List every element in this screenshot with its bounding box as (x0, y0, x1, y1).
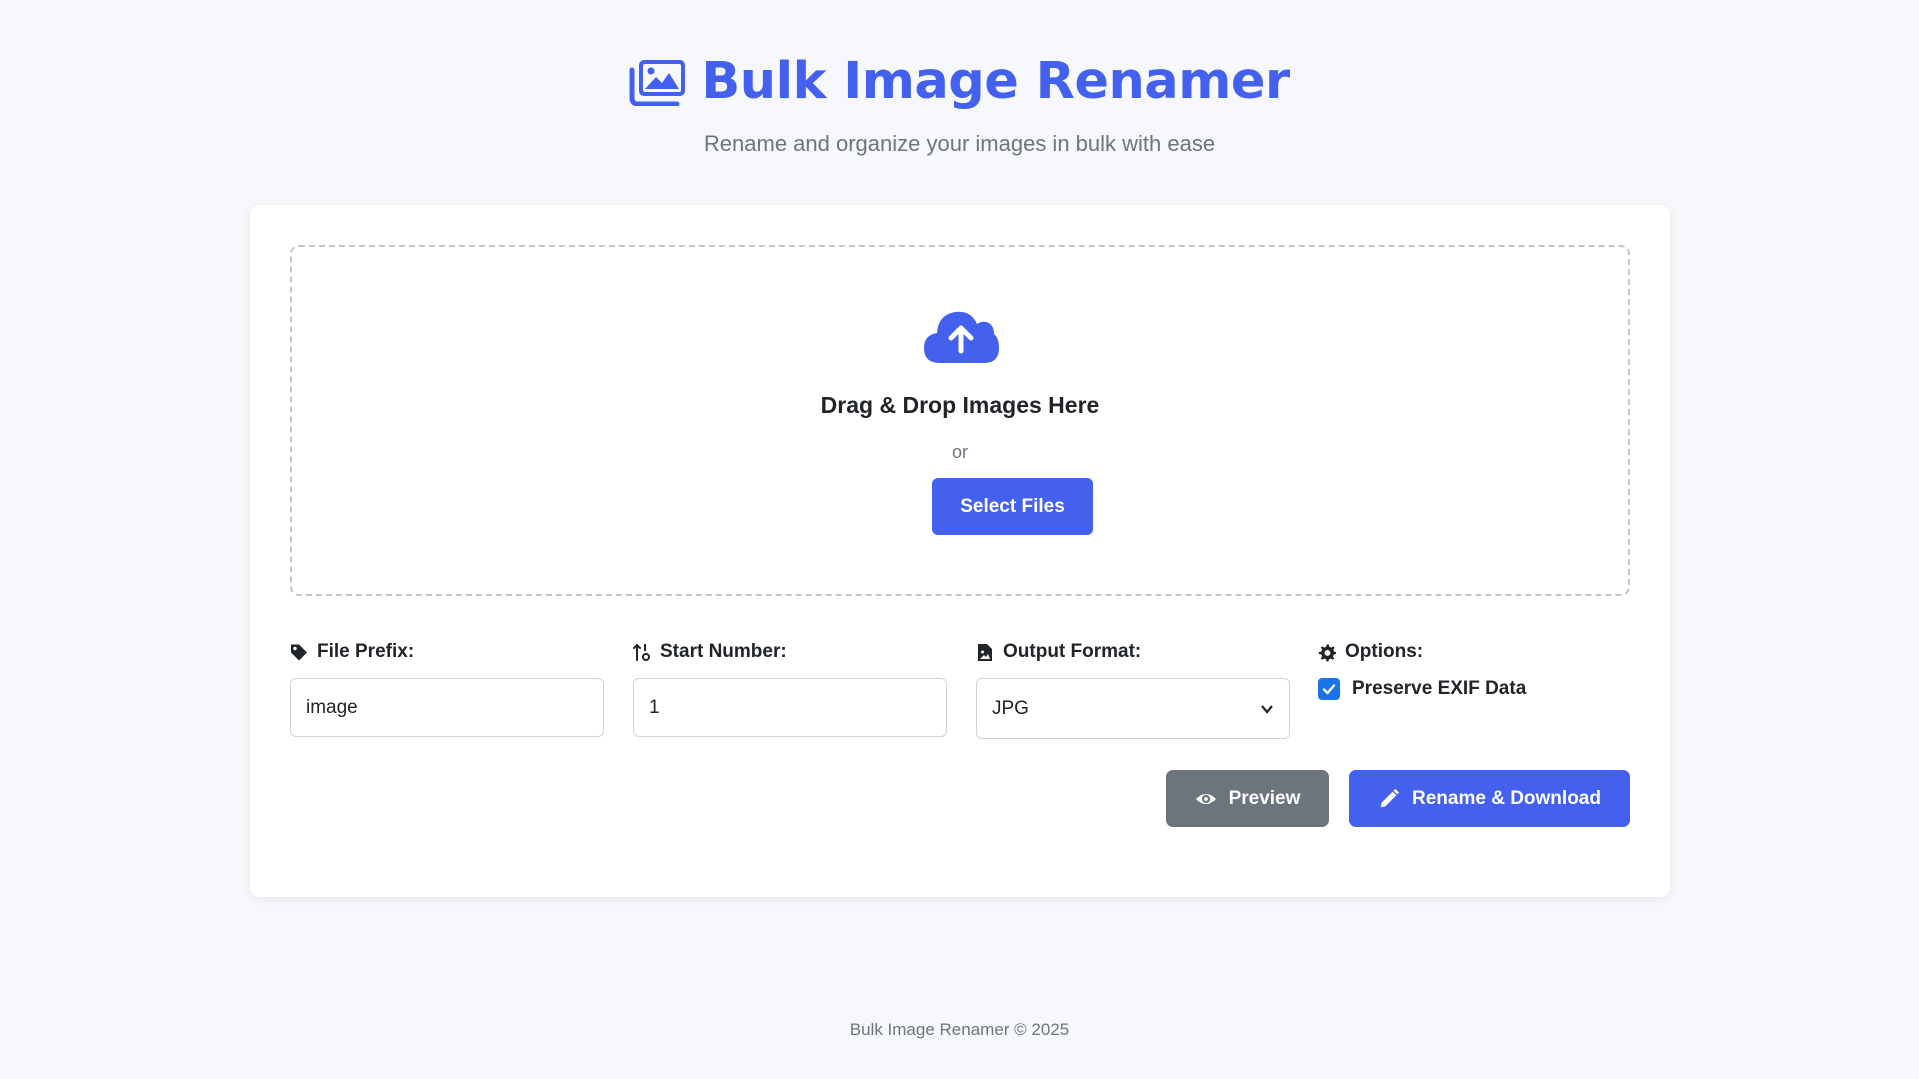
start-number-input[interactable]: 1 (633, 678, 947, 737)
options-label-row: Options: (1318, 640, 1632, 664)
eye-icon (1195, 793, 1216, 804)
output-format-select[interactable]: JPG (976, 678, 1290, 739)
file-prefix-label-row: File Prefix: (290, 640, 604, 664)
drop-zone[interactable]: Drag & Drop Images Here or Select Files (290, 245, 1630, 596)
output-format-label: Output Format: (1003, 641, 1142, 662)
page: Bulk Image Renamer Rename and organize y… (0, 0, 1919, 1079)
page-title: Bulk Image Renamer (701, 52, 1290, 111)
main-card: Drag & Drop Images Here or Select Files … (250, 205, 1670, 897)
drop-zone-title: Drag & Drop Images Here (820, 392, 1100, 418)
file-prefix-field: File Prefix: image (290, 640, 604, 737)
rename-download-button-label: Rename & Download (1412, 787, 1601, 809)
title-row: Bulk Image Renamer (0, 50, 1919, 114)
footer: Bulk Image Renamer © 2025 (849, 1020, 1070, 1039)
start-number-label: Start Number: (660, 641, 787, 662)
output-format-value: JPG (992, 697, 1029, 719)
gear-icon (1318, 643, 1336, 661)
sort-numeric-icon (633, 643, 650, 661)
header: Bulk Image Renamer Rename and organize y… (0, 50, 1919, 157)
file-prefix-input[interactable]: image (290, 678, 604, 737)
start-number-label-row: Start Number: (633, 640, 947, 664)
preserve-exif-row: Preserve EXIF Data (1318, 678, 1632, 700)
chevron-down-icon (1261, 704, 1273, 714)
drop-zone-or: or (951, 442, 968, 462)
output-format-label-row: Output Format: (976, 640, 1290, 664)
start-number-field: Start Number: 1 (633, 640, 947, 737)
preview-button[interactable]: Preview (1166, 770, 1329, 827)
preview-button-label: Preview (1228, 787, 1301, 809)
preserve-exif-label: Preserve EXIF Data (1352, 678, 1527, 699)
cloud-upload-icon (922, 307, 1000, 365)
rename-download-button[interactable]: Rename & Download (1349, 770, 1630, 827)
pencil-icon (1380, 788, 1400, 807)
preserve-exif-checkbox[interactable] (1318, 678, 1340, 700)
file-image-icon (978, 643, 992, 661)
images-icon (629, 58, 687, 107)
options-field: Options: Preserve EXIF Data (1318, 640, 1632, 700)
check-icon (1322, 684, 1336, 695)
select-files-button[interactable]: Select Files (932, 478, 1093, 535)
file-prefix-label: File Prefix: (317, 641, 415, 662)
page-subtitle: Rename and organize your images in bulk … (703, 131, 1216, 156)
output-format-field: Output Format: JPG (976, 640, 1290, 739)
tag-icon (291, 644, 307, 660)
options-label: Options: (1345, 641, 1424, 662)
